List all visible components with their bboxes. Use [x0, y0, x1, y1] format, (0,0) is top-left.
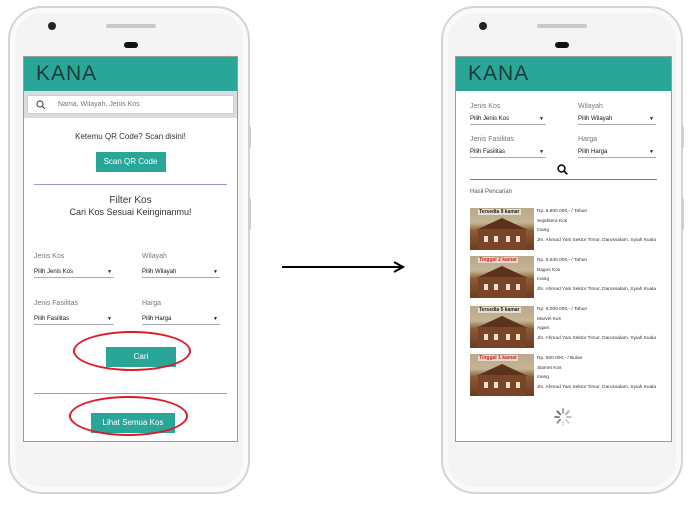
harga-label: Harga — [142, 300, 162, 307]
result-address: Jln. Ahmad Yani Sektor Timur, Darussalam… — [537, 335, 657, 341]
loading-spinner-icon — [554, 408, 572, 426]
wilayah-value: Pilih Wilayah — [578, 116, 613, 122]
harga-value: Pilih Harga — [578, 149, 608, 155]
jenis-kos-select[interactable]: Pilih Jenis Kos ▼ — [34, 267, 114, 278]
filter-title: Filter Kos — [109, 195, 152, 206]
availability-badge: Tinggal 1 kamar — [478, 355, 518, 361]
result-price: Rp. 500.000,- / Bulan — [537, 356, 583, 361]
results-label: Hasil Pencarian — [470, 189, 513, 195]
sensor — [124, 42, 138, 48]
search-box[interactable] — [27, 95, 234, 114]
jenis-kos-value: Pilih Jenis Kos — [34, 269, 74, 275]
harga-select[interactable]: Pilih Harga ▼ — [578, 147, 656, 158]
availability-badge: Tinggal 2 kamar — [478, 257, 518, 263]
harga-label: Harga — [578, 136, 598, 143]
kos-photo[interactable]: Tinggal 2 kamar — [470, 256, 534, 298]
harga-select[interactable]: Pilih Harga ▼ — [142, 314, 220, 325]
result-price: Rp. 6.000.000,- / Tahun — [537, 307, 588, 312]
wilayah-value: Pilih Wilayah — [142, 269, 177, 275]
result-type: Inang — [537, 375, 550, 380]
wilayah-label: Wilayah — [142, 253, 167, 260]
camera-icon — [479, 22, 487, 30]
search-input[interactable] — [58, 101, 208, 108]
caret-down-icon: ▼ — [539, 149, 544, 155]
app-title: KANA — [24, 57, 237, 91]
app-title: KANA — [456, 57, 671, 91]
result-type: Inang — [537, 277, 550, 282]
caret-down-icon: ▼ — [649, 149, 654, 155]
caret-down-icon: ▼ — [539, 116, 544, 122]
search-icon — [36, 99, 46, 109]
result-price: Rp. 5.800.000,- / Tahun — [537, 209, 588, 214]
caret-down-icon: ▼ — [107, 316, 112, 322]
jenis-kos-value: Pilih Jenis Kos — [470, 116, 510, 122]
result-details[interactable]: Rp. 5.530.000,- / Tahun Bagus Kos Inang … — [537, 256, 656, 294]
result-type: Agam — [537, 326, 550, 331]
result-address: Jln. Ahmad Yani Sektor Timur, Darussalam… — [537, 286, 657, 292]
harga-value: Pilih Harga — [142, 316, 172, 322]
filter-subtitle: Cari Kos Sesuai Keinginanmu! — [69, 207, 192, 217]
qr-prompt: Ketemu QR Code? Scan disini! — [75, 132, 186, 141]
side-button — [248, 198, 251, 230]
result-address: Jln. Ahmad Yani Sektor Timur, Darussalam… — [537, 237, 657, 243]
highlight-ellipse-lihat-semua — [69, 396, 188, 436]
caret-down-icon: ▼ — [213, 269, 218, 275]
camera-icon — [48, 22, 56, 30]
speaker-grille — [537, 24, 587, 28]
wilayah-select[interactable]: Pilih Wilayah ▼ — [578, 114, 656, 125]
result-price: Rp. 5.530.000,- / Tahun — [537, 258, 588, 263]
kos-photo[interactable]: Tersedia 9 kamar — [470, 208, 534, 250]
result-details[interactable]: Rp. 6.000.000,- / Tahun Marvel Kos Agam … — [537, 305, 656, 343]
result-details[interactable]: Rp. 500.000,- / Bulan Slamet Kos Inang J… — [537, 354, 656, 392]
left-screen: KANA Ketemu QR Code? Scan disini! Scan Q… — [23, 56, 238, 442]
wilayah-label: Wilayah — [578, 103, 603, 110]
result-name: Bagus Kos — [537, 267, 561, 273]
jenis-fasilitas-value: Pilih Fasilitas — [34, 316, 70, 322]
highlight-ellipse-cari — [73, 331, 191, 371]
jenis-fasilitas-label: Jenis Fasilitas — [34, 300, 78, 307]
right-screen: KANA Jenis Kos Pilih Jenis Kos ▼ Wilayah… — [455, 56, 672, 442]
wilayah-select[interactable]: Pilih Wilayah ▼ — [142, 267, 220, 278]
search-bar — [24, 91, 237, 118]
sensor — [555, 42, 569, 48]
jenis-kos-select[interactable]: Pilih Jenis Kos ▼ — [470, 114, 546, 125]
result-type: Inang — [537, 228, 550, 233]
jenis-kos-label: Jenis Kos — [34, 253, 65, 260]
divider — [34, 184, 227, 185]
side-button — [248, 126, 251, 148]
speaker-grille — [106, 24, 156, 28]
side-button — [681, 198, 684, 230]
caret-down-icon: ▼ — [649, 116, 654, 122]
result-name: Sejahtera Kos — [537, 218, 568, 224]
kos-photo[interactable]: Tinggal 1 kamar — [470, 354, 534, 396]
availability-badge: Tersedia 9 kamar — [478, 209, 521, 215]
scan-qr-button[interactable]: Scan QR Code — [95, 152, 166, 172]
right-phone-frame: KANA Jenis Kos Pilih Jenis Kos ▼ Wilayah… — [441, 6, 684, 494]
result-name: Marvel Kos — [537, 316, 561, 322]
divider — [34, 393, 227, 394]
kos-photo[interactable]: Tersedia 5 kamar — [470, 306, 534, 348]
caret-down-icon: ▼ — [213, 316, 218, 322]
search-underline — [470, 179, 657, 180]
availability-badge: Tersedia 5 kamar — [478, 307, 521, 313]
jenis-fasilitas-value: Pilih Fasilitas — [470, 149, 506, 155]
result-name: Slamet Kos — [537, 365, 562, 371]
jenis-fasilitas-select[interactable]: Pilih Fasilitas ▼ — [470, 147, 546, 158]
arrow-right-icon — [282, 261, 406, 273]
jenis-kos-label: Jenis Kos — [470, 103, 501, 110]
caret-down-icon: ▼ — [107, 269, 112, 275]
jenis-fasilitas-label: Jenis Fasilitas — [470, 136, 514, 143]
side-button — [681, 126, 684, 148]
search-icon[interactable] — [557, 164, 568, 175]
result-address: Jln. Ahmad Yani Sektor Timur, Darussalam… — [537, 384, 657, 390]
jenis-fasilitas-select[interactable]: Pilih Fasilitas ▼ — [34, 314, 114, 325]
result-details[interactable]: Rp. 5.800.000,- / Tahun Sejahtera Kos In… — [537, 207, 656, 245]
